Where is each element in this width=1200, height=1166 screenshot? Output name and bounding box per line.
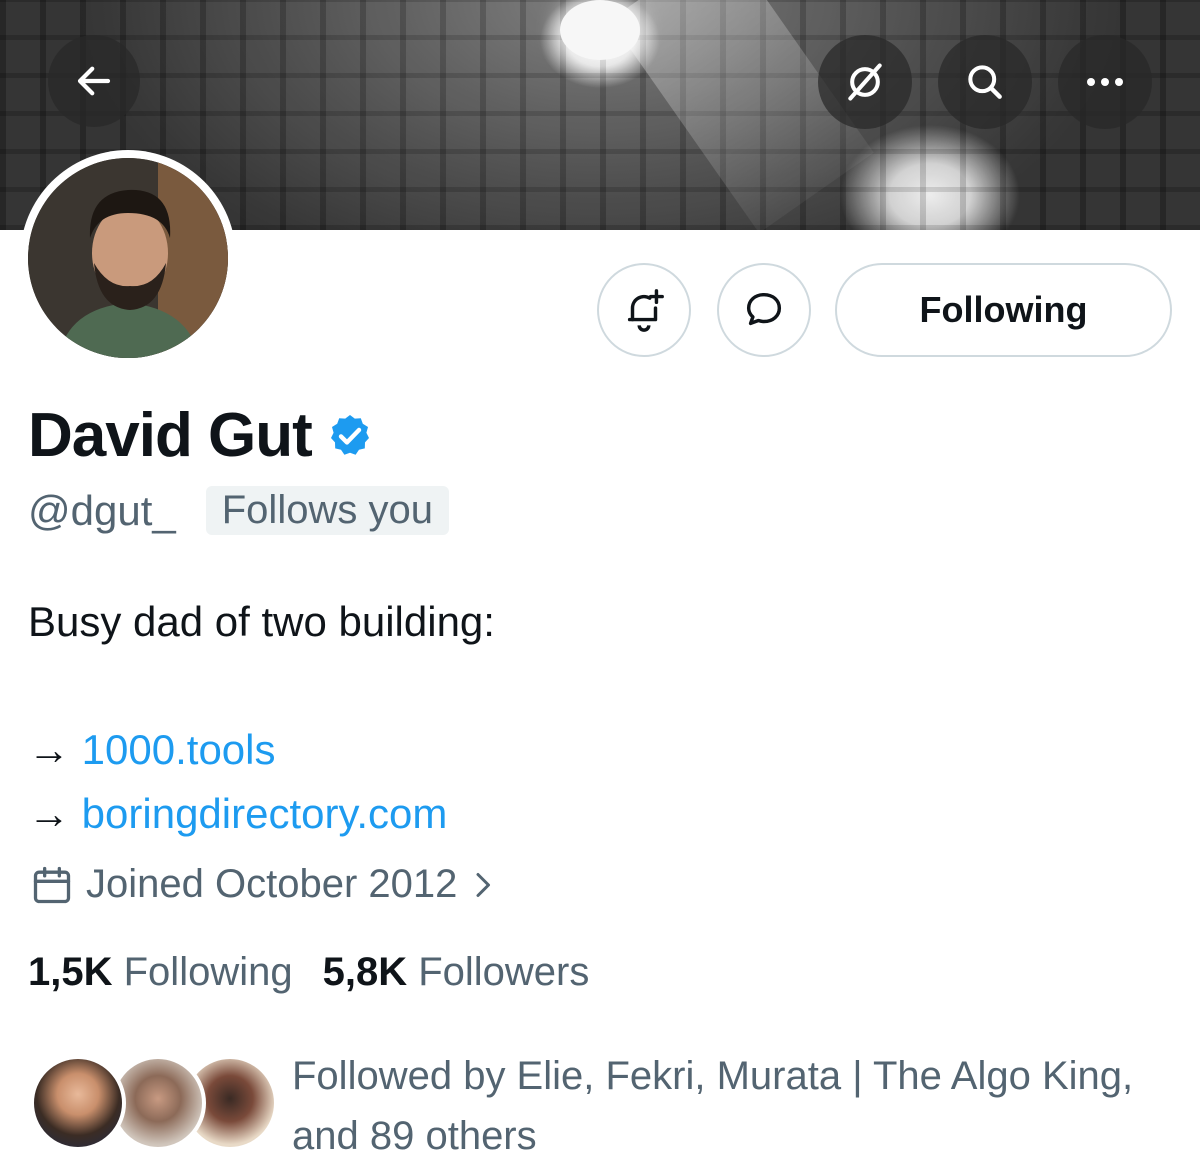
verified-badge-icon[interactable] [326, 412, 374, 460]
followers-count: 5,8K [322, 950, 408, 994]
joined-date: Joined October 2012 [86, 862, 458, 906]
notify-button[interactable] [597, 263, 691, 357]
avatar-image [28, 158, 228, 358]
message-bubble-icon [746, 292, 782, 326]
profile-avatar[interactable] [20, 150, 236, 366]
calendar-icon [33, 866, 71, 903]
follow-stats: 1,5K Following 5,8K Followers [28, 950, 589, 995]
followers-stat[interactable]: 5,8K Followers [323, 950, 590, 995]
joined-date-row[interactable]: Joined October 2012 [30, 862, 499, 907]
followers-label: Followers [418, 950, 590, 994]
bio-link-row: → 1000.tools [28, 718, 495, 782]
follows-you-badge: Follows you [205, 486, 449, 535]
user-handle: @dgut_ [28, 486, 176, 534]
bio-spacer [28, 654, 495, 718]
bio-arrow: → [28, 790, 70, 837]
bio-link-row: → boringdirectory.com [28, 782, 495, 846]
more-button[interactable] [1058, 35, 1152, 129]
mutual-followers-avatars[interactable] [30, 1055, 278, 1155]
bio-arrow: → [28, 726, 70, 773]
following-button[interactable]: Following [835, 263, 1172, 357]
followed-by-line: and 89 others [292, 1114, 537, 1158]
back-button[interactable] [48, 35, 140, 127]
display-name: David Gut [28, 401, 313, 470]
avatar [30, 1055, 126, 1151]
display-name-row: David Gut [28, 400, 374, 471]
following-count: 1,5K [28, 950, 113, 994]
arrow-left-icon [77, 66, 111, 96]
message-button[interactable] [717, 263, 811, 357]
grok-button[interactable] [818, 35, 912, 129]
following-stat[interactable]: 1,5K Following [28, 950, 293, 995]
bio-link-boringdirectory[interactable]: boringdirectory.com [82, 790, 448, 837]
avatar-illustration [28, 158, 228, 358]
profile-bio: Busy dad of two building: → 1000.tools →… [28, 590, 495, 846]
followed-by-text[interactable]: Followed by Elie, Fekri, Murata | The Al… [292, 1046, 1182, 1166]
banner-oculus [560, 0, 640, 60]
bio-text: Busy dad of two building: [28, 598, 495, 645]
more-dots-icon [1087, 78, 1123, 86]
search-icon [968, 65, 1002, 99]
bell-plus-icon [627, 289, 664, 332]
chevron-right-icon [476, 872, 491, 897]
grok-slash-icon [848, 63, 882, 101]
handle-row: @dgut_ Follows you [28, 486, 449, 535]
following-label: Following [123, 950, 293, 994]
bio-link-1000-tools[interactable]: 1000.tools [82, 726, 276, 773]
followed-by-line: Followed by Elie, Fekri, Murata | The Al… [292, 1054, 1134, 1098]
search-button[interactable] [938, 35, 1032, 129]
